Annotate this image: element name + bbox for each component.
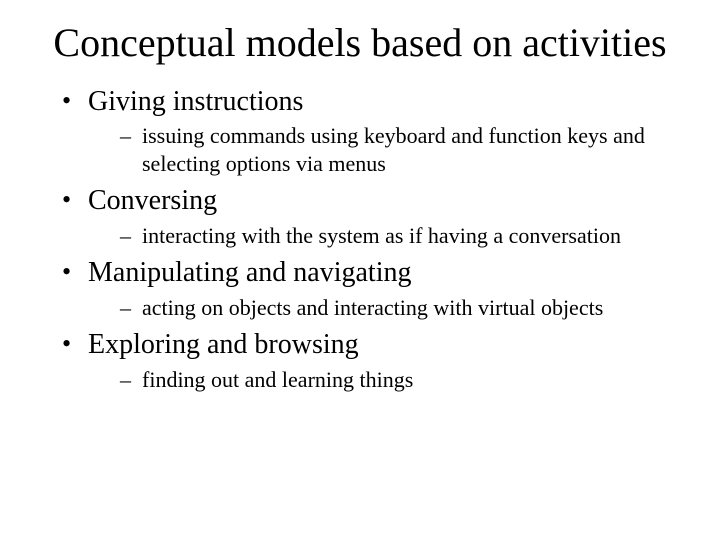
sub-list-item: interacting with the system as if having… [120,222,680,250]
list-item-label: Manipulating and navigating [88,257,412,288]
sub-list: acting on objects and interacting with v… [88,294,680,322]
list-item-label: Giving instructions [88,86,303,117]
sub-list-item: acting on objects and interacting with v… [120,294,680,322]
list-item: Giving instructions issuing commands usi… [60,84,680,177]
sub-list: interacting with the system as if having… [88,222,680,250]
slide: Conceptual models based on activities Gi… [0,0,720,540]
bullet-list: Giving instructions issuing commands usi… [40,84,680,393]
sub-list: finding out and learning things [88,366,680,394]
list-item: Exploring and browsing finding out and l… [60,327,680,393]
list-item-label: Exploring and browsing [88,329,359,360]
sub-list: issuing commands using keyboard and func… [88,122,680,177]
slide-title: Conceptual models based on activities [40,20,680,66]
list-item: Manipulating and navigating acting on ob… [60,255,680,321]
sub-list-item: issuing commands using keyboard and func… [120,122,680,177]
sub-list-item: finding out and learning things [120,366,680,394]
list-item: Conversing interacting with the system a… [60,183,680,249]
list-item-label: Conversing [88,185,217,216]
